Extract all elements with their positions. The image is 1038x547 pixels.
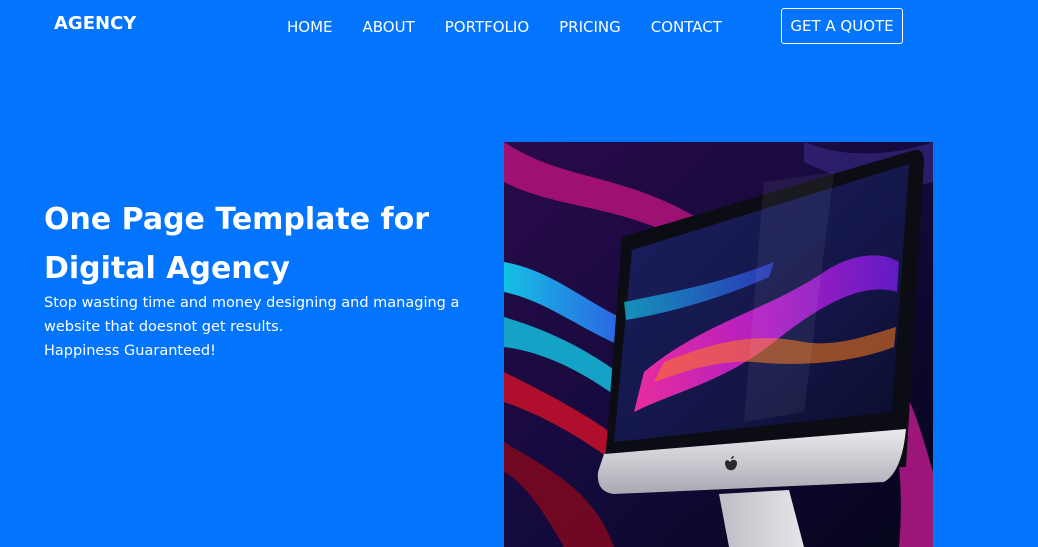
hero-title-line-1: One Page Template for (44, 202, 430, 237)
hero-tagline: Happiness Guaranteed! (44, 343, 216, 359)
nav-menu: HOME ABOUT PORTFOLIO PRICING CONTACT (287, 18, 752, 36)
hero-title-line-2: Digital Agency (44, 251, 290, 286)
nav-link-pricing[interactable]: PRICING (559, 18, 621, 36)
nav-link-contact[interactable]: CONTACT (651, 18, 722, 36)
hero-subtitle: Stop wasting time and money designing an… (44, 295, 460, 335)
nav-link-about[interactable]: ABOUT (363, 18, 415, 36)
hero-text-block: One Page Template for Digital Agency Sto… (44, 195, 464, 363)
get-a-quote-button[interactable]: GET A QUOTE (781, 8, 903, 44)
hero-title: One Page Template for Digital Agency (44, 195, 464, 293)
nav-link-home[interactable]: HOME (287, 18, 333, 36)
top-navbar: AGENCY HOME ABOUT PORTFOLIO PRICING CONT… (0, 0, 1038, 56)
nav-link-portfolio[interactable]: PORTFOLIO (445, 18, 529, 36)
brand-logo-link[interactable]: AGENCY (54, 13, 136, 34)
hero-image-imac (504, 142, 933, 547)
imac-illustration-icon (504, 142, 933, 547)
